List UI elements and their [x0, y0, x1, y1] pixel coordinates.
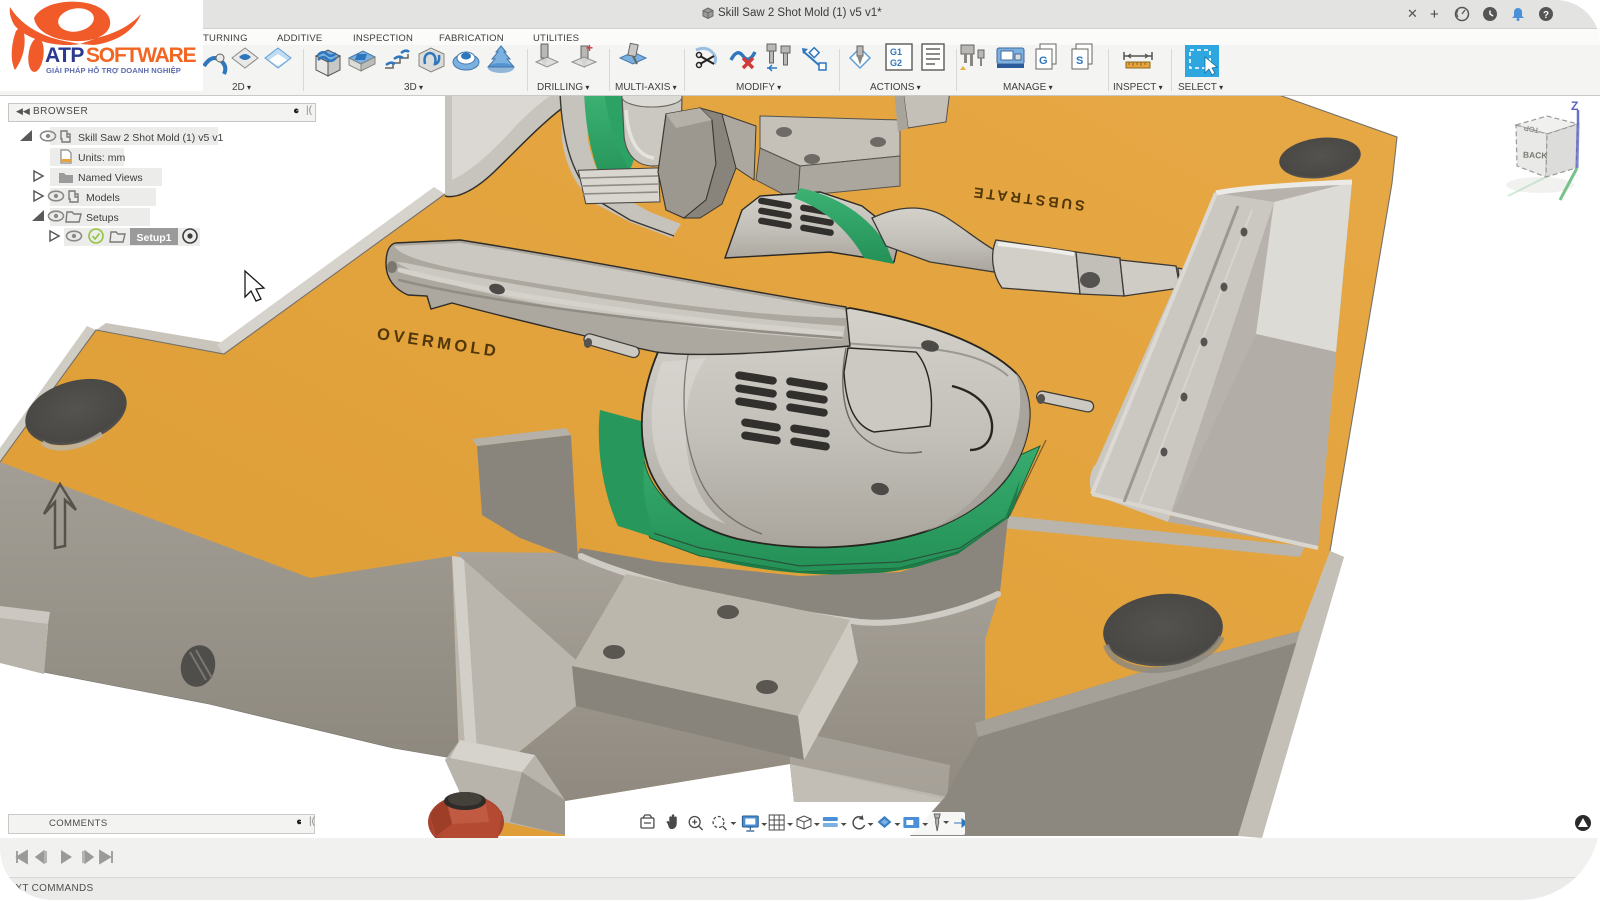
svg-text:SOFTWARE: SOFTWARE [86, 44, 197, 67]
svg-text:G1: G1 [890, 47, 902, 57]
svg-text:+: + [586, 41, 593, 55]
svg-text:ATP: ATP [45, 44, 84, 67]
svg-text:Z: Z [1571, 99, 1578, 113]
svg-text:Named Views: Named Views [78, 172, 143, 184]
svg-text:Skill Saw 2 Shot Mold (1) v5 v: Skill Saw 2 Shot Mold (1) v5 v1 [78, 132, 223, 144]
svg-text:Setup1: Setup1 [136, 232, 171, 244]
svg-text:G2: G2 [890, 58, 902, 68]
svg-text:GIẢI PHÁP HỖ TRỢ DOANH NGHIỆP: GIẢI PHÁP HỖ TRỢ DOANH NGHIỆP [46, 66, 181, 75]
svg-text:Models: Models [86, 192, 120, 204]
svg-text:BACK: BACK [1523, 150, 1549, 161]
svg-text:S: S [1076, 55, 1083, 67]
svg-text:G: G [1039, 55, 1048, 67]
svg-text:Units: mm: Units: mm [78, 152, 126, 164]
svg-text:?: ? [1543, 10, 1549, 21]
svg-text:Setups: Setups [86, 212, 119, 224]
